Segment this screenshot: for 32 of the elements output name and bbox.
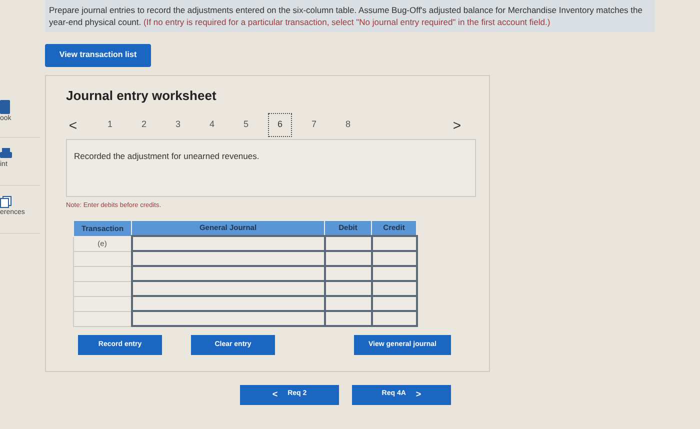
right-arrow-icon: >	[416, 388, 422, 402]
input-field[interactable]	[324, 236, 372, 252]
entry-description: Recorded the adjustment for unearned revenues.	[66, 139, 476, 197]
table-cell	[74, 296, 132, 312]
previous-button[interactable]: <	[66, 114, 80, 136]
instruction-text: Prepare journal entries to record the adjustments entered on the six-column table. Assume Bug-Off's adjusted balance for Merchandise Inventory matches the year-end physical count. (If no entry is required for a particular transaction, select "No journal entry required" in the first account field.)	[49, 4, 644, 28]
left-arrow-icon: <	[272, 388, 278, 402]
step-tab[interactable]: 1	[98, 113, 122, 137]
worksheet-title: Journal entry worksheet	[66, 86, 218, 105]
step-tab[interactable]: 2	[132, 113, 156, 137]
next-button[interactable]: >	[450, 114, 464, 136]
input-field[interactable]	[132, 311, 324, 326]
table-cell	[74, 311, 132, 326]
input-field[interactable]	[372, 236, 416, 252]
table-cell	[74, 266, 132, 282]
pages-icon	[0, 196, 12, 208]
step-tab[interactable]: 3	[166, 113, 190, 137]
book-icon	[0, 100, 12, 114]
table-cell	[74, 251, 132, 266]
step-tab[interactable]: 8	[336, 113, 360, 137]
view-transaction-list-button[interactable]: View transaction list	[45, 44, 151, 66]
input-field[interactable]	[132, 281, 324, 296]
input-field[interactable]	[132, 296, 324, 312]
printer-icon	[0, 148, 12, 160]
step-tab[interactable]: 6	[268, 113, 292, 137]
step-tab[interactable]: 7	[302, 113, 326, 137]
input-field[interactable]	[132, 251, 324, 266]
step-tab[interactable]: 5	[234, 113, 258, 137]
step-tab[interactable]: 4	[200, 113, 224, 137]
input-field[interactable]	[132, 236, 324, 252]
table-cell	[74, 281, 132, 296]
input-field[interactable]	[132, 266, 324, 282]
